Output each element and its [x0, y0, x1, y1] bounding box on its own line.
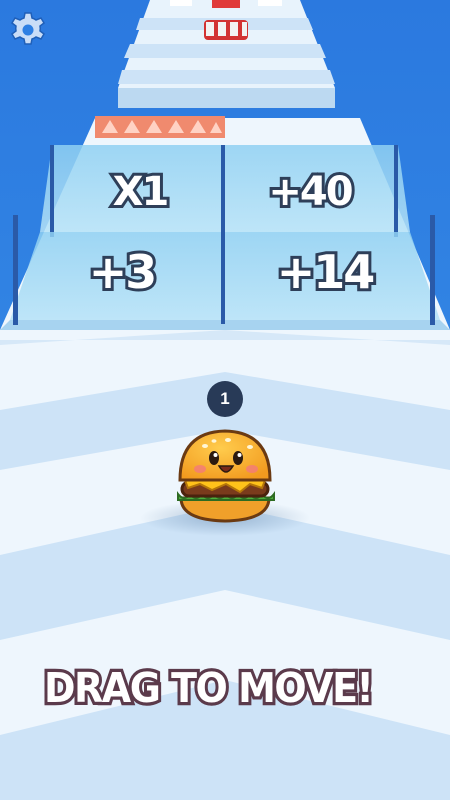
settings-button[interactable] [8, 10, 48, 50]
burger-character[interactable] [177, 429, 275, 523]
gate-label-plus40: +40 [268, 169, 351, 215]
gate-label-plus14: +14 [277, 245, 374, 299]
gate-label-x1: X1 [113, 169, 168, 215]
far-track [118, 0, 335, 108]
drag-hint-text: DRAG TO MOVE! [41, 661, 377, 715]
gate-row-1 [40, 145, 410, 237]
gear-icon [11, 12, 45, 45]
gate-label-plus3: +3 [89, 245, 156, 299]
spike-strip [95, 116, 225, 138]
count-badge: 1 [207, 381, 243, 417]
gate-row-2 [0, 215, 450, 330]
